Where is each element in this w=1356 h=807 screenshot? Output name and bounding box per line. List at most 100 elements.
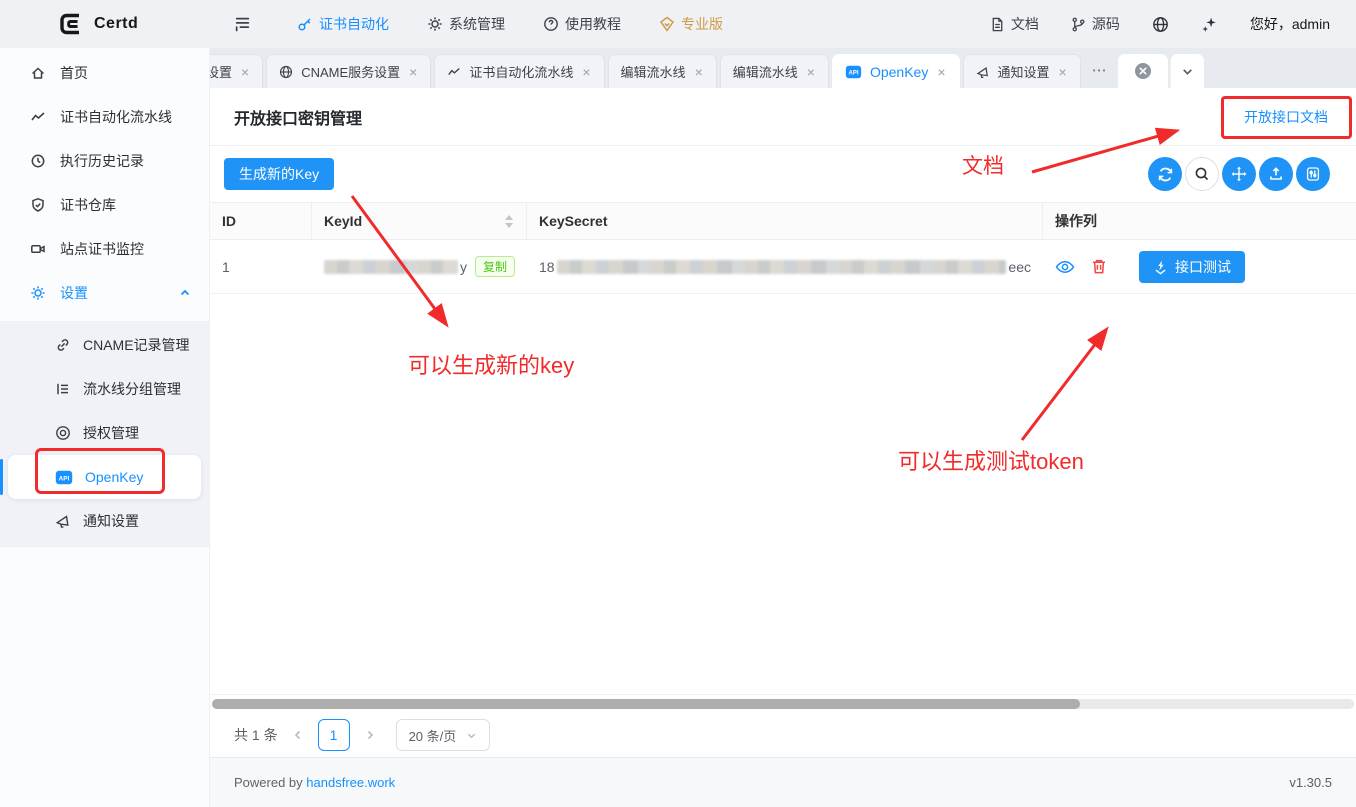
secret-visible-prefix: 18 [539,259,555,275]
page-number-button[interactable]: 1 [318,719,350,751]
table-tools [1148,157,1342,191]
scrollbar-track[interactable] [212,699,1354,709]
redacted-keysecret [557,260,1007,274]
source-code-link[interactable]: 源码 [1071,14,1120,34]
sidebar-subitem-pipeline-groups[interactable]: 流水线分组管理 [0,367,209,411]
tab-openkey[interactable]: API OpenKey × [832,54,960,88]
tab-cert-pipelines[interactable]: 证书自动化流水线 × [434,54,604,88]
tab-bar: 统设置 × CNAME服务设置 × 证书自动化流水线 × 编辑流水线 × [210,48,1356,88]
tab-label: 证书自动化流水线 [469,62,573,81]
sidebar-item-cert-repo[interactable]: 证书仓库 [0,183,209,227]
cell-keysecret: 18 eec [527,240,1043,293]
nav-system-management[interactable]: 系统管理 [427,14,505,34]
top-nav: 证书自动化 系统管理 使用教程 专业版 [297,14,723,34]
sidebar-item-pipelines[interactable]: 证书自动化流水线 [0,95,209,139]
nav-pro-version[interactable]: 专业版 [659,14,723,34]
sidebar-subitem-openkey[interactable]: API OpenKey [8,455,201,499]
delete-button[interactable] [1091,258,1107,275]
sidebar-subitem-authorization[interactable]: 授权管理 [0,411,209,455]
close-icon[interactable]: × [240,65,250,79]
nav-label: 证书自动化 [319,14,389,34]
close-icon[interactable]: × [936,65,946,79]
tab-label: CNAME服务设置 [301,62,400,81]
source-link-label: 源码 [1092,14,1120,34]
brand[interactable]: Certd [0,11,210,37]
handsfree-link[interactable]: handsfree.work [306,775,395,790]
column-settings-button[interactable] [1296,157,1330,191]
sidebar-item-site-monitor[interactable]: 站点证书监控 [0,227,209,271]
scrollbar-thumb[interactable] [212,699,1080,709]
sidebar-item-label: 设置 [60,283,88,303]
key-icon [297,16,313,32]
badge-icon [659,16,675,32]
active-indicator [0,459,3,495]
close-icon[interactable]: × [1058,65,1068,79]
column-header-operations: 操作列 [1043,203,1356,239]
tab-edit-pipeline-1[interactable]: 编辑流水线 × [608,54,717,88]
user-greeting[interactable]: 您好，admin [1250,14,1330,34]
group-list-icon [55,381,71,397]
close-icon[interactable]: × [408,65,418,79]
refresh-button[interactable] [1148,157,1182,191]
tab-edit-pipeline-2[interactable]: 编辑流水线 × [720,54,829,88]
sidebar-item-home[interactable]: 首页 [0,51,209,95]
certd-logo-icon [58,11,84,37]
column-header-id[interactable]: ID [210,203,312,239]
open-api-doc-link[interactable]: 开放接口文档 [1244,107,1328,127]
close-circle-icon [1134,62,1152,80]
secret-visible-suffix: eec [1008,259,1031,275]
copy-button[interactable]: 复制 [475,256,515,277]
theme-sparkle-icon[interactable] [1201,16,1218,33]
column-header-keysecret[interactable]: KeySecret [527,203,1043,239]
chevron-down-icon [466,730,477,741]
column-header-keyid[interactable]: KeyId [312,203,527,239]
search-icon [1194,166,1210,182]
docs-link[interactable]: 文档 [990,14,1039,34]
close-icon[interactable]: × [806,65,816,79]
title-bar: 开放接口密钥管理 开放接口文档 [210,88,1356,146]
sort-icon[interactable] [504,215,514,228]
sidebar-subitem-notifications[interactable]: 通知设置 [0,499,209,543]
export-button[interactable] [1259,157,1293,191]
shield-check-icon [30,197,46,213]
nav-cert-automation[interactable]: 证书自动化 [297,14,389,34]
chart-line-icon [447,65,461,79]
tab-more-button[interactable]: ⋯ [1092,61,1108,79]
sidebar-subitem-cname-records[interactable]: CNAME记录管理 [0,323,209,367]
sidebar-item-settings[interactable]: 设置 [0,271,209,315]
tab-notification-settings[interactable]: 通知设置 × [963,54,1081,88]
link-icon [55,337,71,353]
tab-label: 编辑流水线 [733,62,798,81]
eye-icon [1055,259,1075,275]
tab-settings-partial[interactable]: 统设置 × [210,54,263,88]
nav-label: 系统管理 [449,14,505,34]
prev-page-button[interactable] [292,729,304,741]
sliders-icon [1305,166,1321,182]
nav-tutorial[interactable]: 使用教程 [543,14,621,34]
api-test-button[interactable]: 接口测试 [1139,251,1245,283]
generate-key-button[interactable]: 生成新的Key [224,158,334,190]
page-size-select[interactable]: 20 条/页 [396,719,491,751]
question-circle-icon [543,16,559,32]
next-page-button[interactable] [364,729,376,741]
close-icon[interactable]: × [694,65,704,79]
search-button[interactable] [1185,157,1219,191]
api-icon: API [845,65,862,79]
close-icon[interactable]: × [581,65,591,79]
view-button[interactable] [1055,259,1075,275]
close-all-tabs-button[interactable] [1118,54,1168,88]
powered-by-text: Powered by [234,775,303,790]
compact-toggle-button[interactable] [1222,157,1256,191]
menu-collapse-icon[interactable] [234,16,251,33]
language-globe-icon[interactable] [1152,16,1169,33]
arrows-expand-icon [1231,166,1247,182]
api-icon: API [55,470,73,485]
sidebar-item-history[interactable]: 执行历史记录 [0,139,209,183]
sidebar-item-label: 证书自动化流水线 [60,107,172,127]
tab-dropdown-button[interactable] [1170,54,1204,88]
cell-id: 1 [210,240,312,293]
lightning-download-icon [1153,259,1168,275]
keyid-visible-suffix: y [460,259,467,275]
tab-cname-service[interactable]: CNAME服务设置 × [266,54,431,88]
pagination: 共 1 条 1 20 条/页 [210,713,1356,757]
